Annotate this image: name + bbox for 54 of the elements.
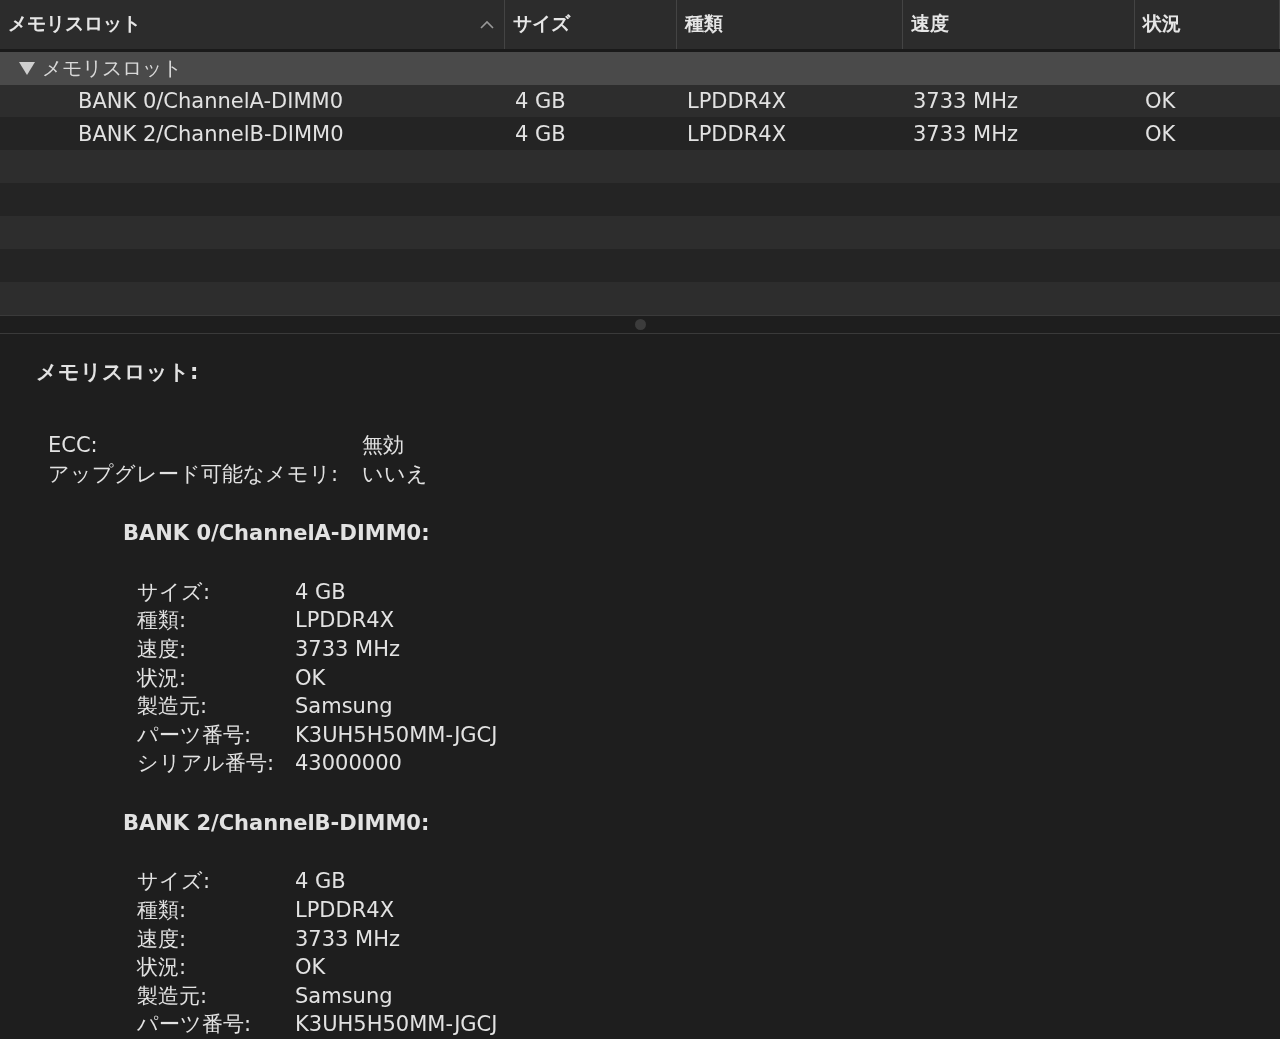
property-value: LPDDR4X	[295, 897, 396, 925]
table-cell-text: 3733 MHz	[912, 89, 1020, 114]
column-header[interactable]: メモリスロット	[0, 0, 505, 49]
property-value: 3733 MHz	[295, 925, 402, 953]
property-value: K3UH5H50MM-JGCJ	[295, 721, 498, 749]
table-cell-text: 4 GB	[514, 89, 567, 114]
property-value: LPDDR4X	[295, 607, 396, 635]
disclosure-triangle-icon[interactable]	[18, 60, 36, 77]
property-label: 種類:	[137, 897, 188, 925]
table-cell-text: 3733 MHz	[912, 121, 1020, 146]
property-value: Samsung	[295, 693, 394, 721]
splitter-handle[interactable]	[634, 318, 646, 330]
table-cell-text: OK	[1144, 121, 1177, 146]
property-label: ECC:	[48, 431, 99, 459]
table-cell-text: BANK 2/ChannelB-DIMM0	[77, 121, 345, 146]
bank-title: BANK 2/ChannelB-DIMM0:	[123, 809, 431, 837]
column-header[interactable]: 速度	[903, 0, 1135, 49]
property-value: いいえ	[362, 460, 428, 488]
property-label: サイズ:	[137, 868, 212, 896]
group-label: メモリスロット	[42, 54, 182, 82]
table-row[interactable]: BANK 2/ChannelB-DIMM0 4 GB LPDDR4X 3733 MHz OK	[0, 117, 1280, 151]
property-value: Samsung	[295, 982, 394, 1010]
table-cell-text: BANK 0/ChannelA-DIMM0	[77, 89, 345, 114]
table-cell-text: LPDDR4X	[686, 121, 788, 146]
property-label: 速度:	[137, 925, 188, 953]
property-label: シリアル番号:	[137, 750, 276, 778]
table-cell-text: OK	[1144, 89, 1177, 114]
property-label: パーツ番号:	[137, 1011, 253, 1039]
property-value: OK	[295, 954, 327, 982]
table-cell-text: 4 GB	[514, 121, 567, 146]
group-row[interactable]: メモリスロット	[0, 51, 1280, 85]
column-header[interactable]: 種類	[677, 0, 903, 49]
property-label: アップグレード可能なメモリ:	[48, 460, 340, 488]
property-label: パーツ番号:	[137, 721, 253, 749]
property-value: 43000000	[295, 750, 403, 778]
property-label: 製造元:	[137, 693, 209, 721]
property-label: サイズ:	[137, 578, 212, 606]
property-value: 4 GB	[295, 578, 347, 606]
table-row[interactable]: BANK 0/ChannelA-DIMM0 4 GB LPDDR4X 3733 MHz OK	[0, 84, 1280, 118]
property-value: 無効	[362, 431, 405, 459]
property-label: 種類:	[137, 607, 188, 635]
section-title: メモリスロット:	[36, 359, 200, 387]
property-value: K3UH5H50MM-JGCJ	[295, 1011, 498, 1039]
property-value: 3733 MHz	[295, 635, 402, 663]
property-value: 4 GB	[295, 868, 347, 896]
column-header[interactable]: 状況	[1135, 0, 1280, 49]
property-label: 製造元:	[137, 982, 209, 1010]
column-header[interactable]: サイズ	[505, 0, 677, 49]
property-label: 速度:	[137, 635, 188, 663]
property-value: OK	[295, 664, 327, 692]
bank-title: BANK 0/ChannelA-DIMM0:	[123, 520, 431, 548]
property-label: 状況:	[137, 954, 188, 982]
table-cell-text: LPDDR4X	[686, 89, 788, 114]
property-label: 状況:	[137, 664, 188, 692]
